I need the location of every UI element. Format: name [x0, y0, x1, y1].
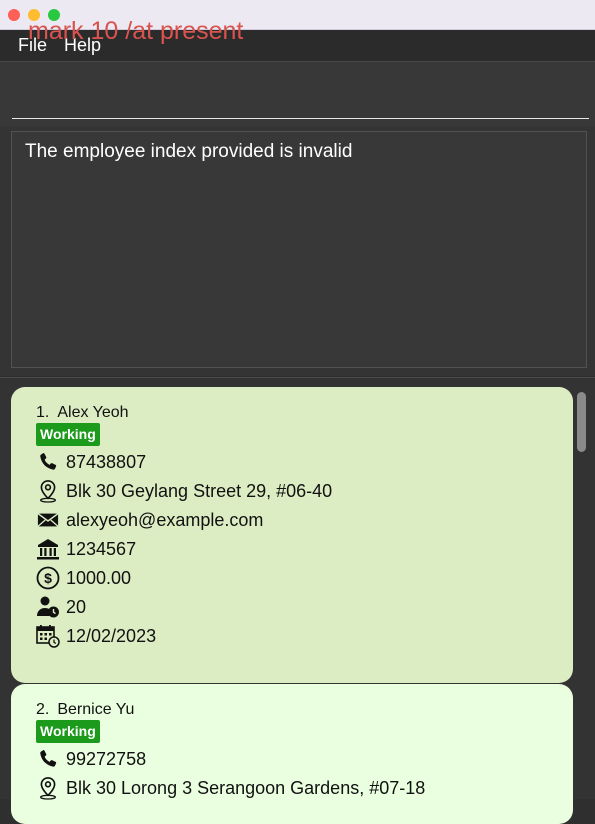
salary-icon: $: [36, 566, 60, 590]
result-message: The employee index provided is invalid: [25, 141, 353, 162]
phone-value: 99272758: [66, 748, 147, 769]
employee-name: Alex Yeoh: [57, 404, 129, 421]
svg-text:$: $: [44, 570, 52, 586]
phone-value: 87438807: [66, 451, 147, 472]
leave-value: 20: [66, 596, 87, 617]
address-row: Blk 30 Geylang Street 29, #06-40: [36, 478, 332, 504]
command-box: [0, 62, 595, 126]
email-value: alexyeoh@example.com: [66, 509, 264, 530]
result-display-box[interactable]: [11, 131, 587, 368]
leave-icon: [36, 595, 60, 619]
list-scrollbar[interactable]: [577, 392, 586, 452]
leave-row: 20: [36, 594, 86, 620]
close-window-button[interactable]: [8, 9, 20, 21]
command-input-underline: [12, 118, 589, 119]
location-icon: [36, 776, 60, 800]
employee-card[interactable]: 1. Alex Yeoh Working 87438807 Blk 30 Geyl…: [11, 387, 573, 683]
status-badge: Working: [36, 423, 100, 446]
location-icon: [36, 479, 60, 503]
phone-row: 99272758: [36, 746, 146, 772]
salary-value: 1000.00: [66, 567, 132, 588]
address-value: Blk 30 Geylang Street 29, #06-40: [66, 480, 333, 501]
employee-card[interactable]: 2. Bernice Yu Working 99272758 Blk 30 Lor…: [11, 684, 573, 824]
bank-row: 1234567: [36, 536, 136, 562]
date-value: 12/02/2023: [66, 625, 157, 646]
employee-name: Bernice Yu: [57, 701, 135, 718]
phone-icon: [36, 747, 60, 771]
salary-row: $ 1000.00: [36, 565, 131, 591]
phone-row: 87438807: [36, 449, 146, 475]
calendar-icon: [36, 624, 60, 648]
address-value: Blk 30 Lorong 3 Serangoon Gardens, #07-1…: [66, 777, 426, 798]
employee-name-line: 1. Alex Yeoh: [36, 404, 129, 422]
employee-name-line: 2. Bernice Yu: [36, 701, 134, 719]
command-input[interactable]: mark 10 /at present: [28, 15, 568, 47]
bank-value: 1234567: [66, 538, 137, 559]
email-icon: [36, 508, 60, 532]
employee-index: 1.: [36, 404, 50, 421]
date-row: 12/02/2023: [36, 623, 156, 649]
address-row: Blk 30 Lorong 3 Serangoon Gardens, #07-1…: [36, 775, 425, 801]
phone-icon: [36, 450, 60, 474]
bank-icon: [36, 537, 60, 561]
email-row: alexyeoh@example.com: [36, 507, 263, 533]
employee-index: 2.: [36, 701, 50, 718]
status-badge: Working: [36, 720, 100, 743]
